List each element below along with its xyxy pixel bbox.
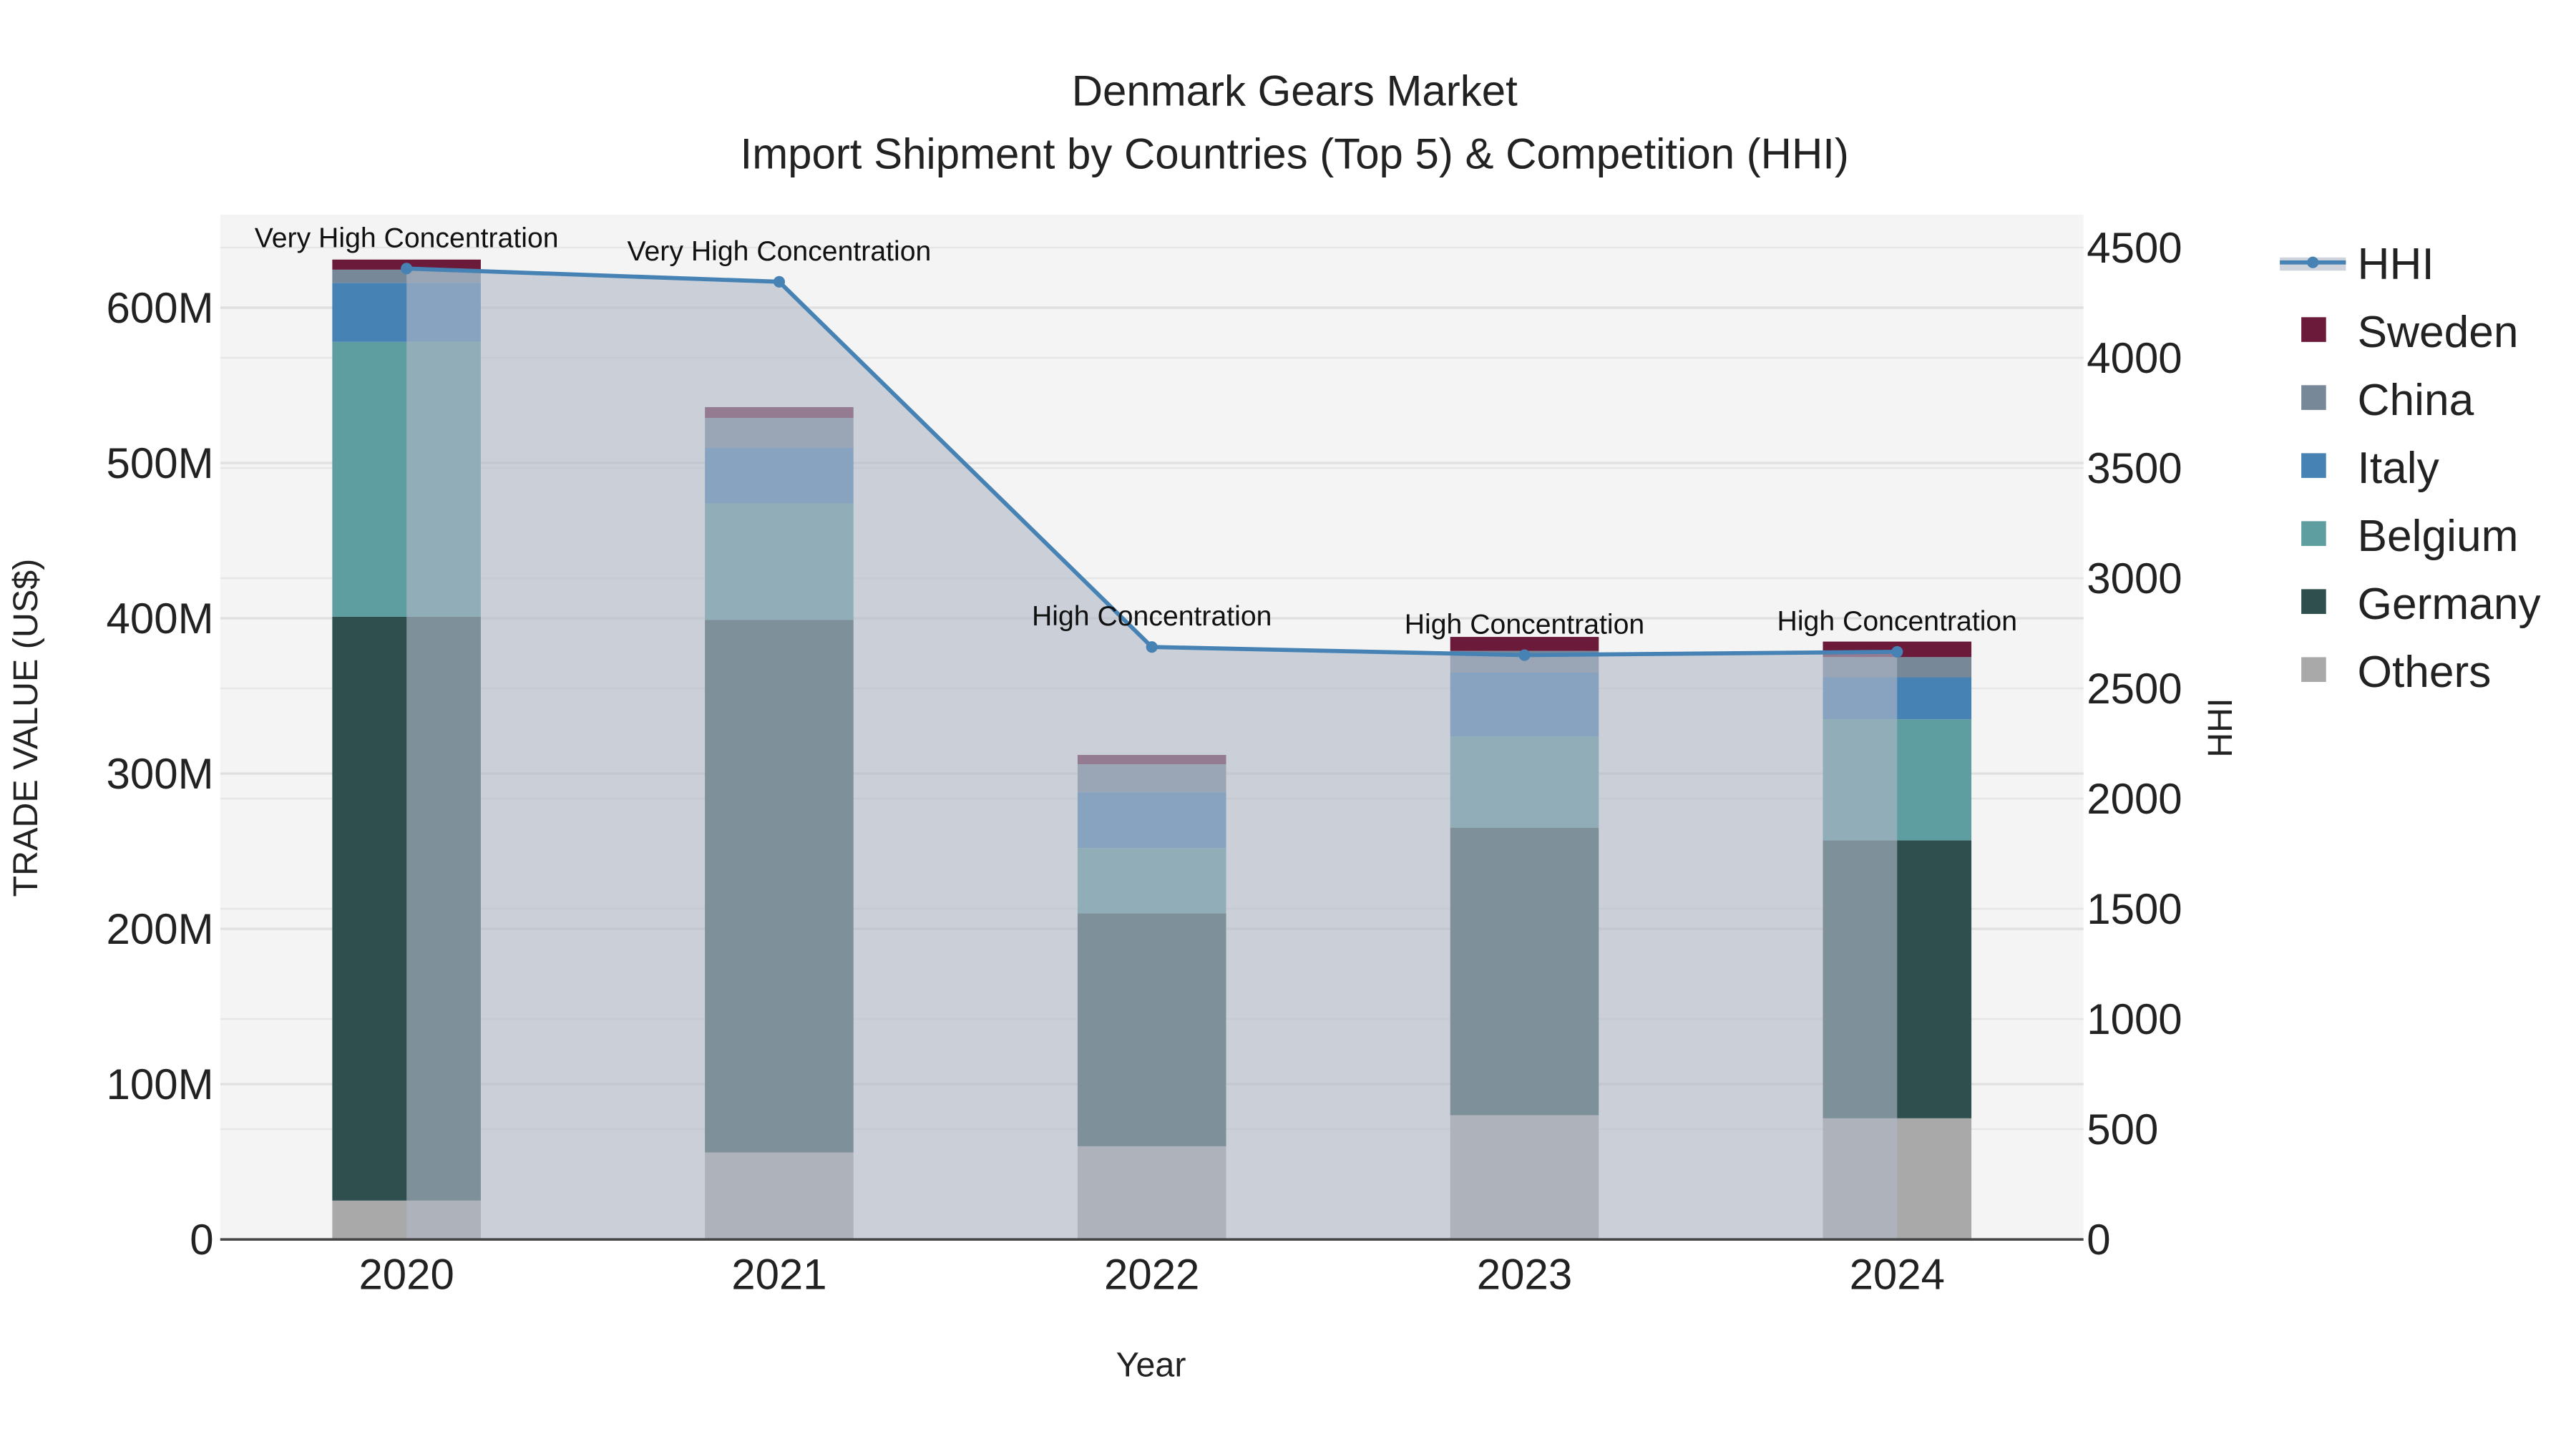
x-tick-label: 2020 [358, 1250, 454, 1298]
y2-tick-label: 2000 [2087, 775, 2182, 823]
y-tick-label: 600M [107, 284, 214, 332]
x-tick-label: 2024 [1850, 1250, 1945, 1298]
legend-marker-icon [2307, 256, 2319, 268]
y2-tick-label: 3500 [2087, 444, 2182, 492]
legend-item-china[interactable]: China [2301, 376, 2474, 425]
legend-label: HHI [2358, 240, 2434, 289]
y2-tick-label: 1500 [2087, 885, 2182, 933]
y2-tick-label: 1000 [2087, 995, 2182, 1043]
hhi-point-2024 [1891, 645, 1903, 658]
x-tick-label: 2021 [731, 1250, 826, 1298]
y2-tick-label: 4500 [2087, 224, 2182, 272]
x-axis-label: Year [1116, 1346, 1186, 1385]
legend-item-sweden[interactable]: Sweden [2301, 308, 2519, 357]
legend-item-hhi[interactable]: HHI [2280, 240, 2434, 289]
legend-swatch [2301, 657, 2326, 682]
y2-tick-label: 500 [2087, 1106, 2158, 1153]
y-tick-label: 0 [190, 1216, 213, 1264]
legend-item-others[interactable]: Others [2301, 648, 2491, 697]
chart: Very High Concentration Very High Concent… [6, 67, 2542, 1385]
legend-swatch [2301, 521, 2326, 546]
hhi-annotation: High Concentration [1777, 606, 2017, 637]
legend-swatch [2301, 453, 2326, 478]
chart-title: Denmark Gears Market [1072, 67, 1518, 115]
y2-tick-label: 2500 [2087, 665, 2182, 713]
y2-tick-label: 4000 [2087, 334, 2182, 382]
y2-tick-label: 3000 [2087, 555, 2182, 602]
x-tick-label: 2022 [1104, 1250, 1199, 1298]
legend-item-germany[interactable]: Germany [2301, 580, 2541, 629]
legend-label: Italy [2358, 444, 2440, 493]
legend-label: Belgium [2358, 512, 2519, 561]
legend-item-belgium[interactable]: Belgium [2301, 512, 2518, 561]
legend-label: Others [2358, 648, 2492, 697]
hhi-annotation: Very High Concentration [255, 223, 559, 253]
legend-item-italy[interactable]: Italy [2301, 444, 2440, 493]
hhi-point-2023 [1518, 649, 1531, 661]
y-axis-label: TRADE VALUE (US$) [6, 559, 45, 897]
legend-label: Germany [2358, 580, 2542, 629]
hhi-point-2021 [773, 275, 786, 288]
legend-swatch [2301, 385, 2326, 410]
y2-axis-label: HHI [2201, 698, 2240, 757]
y-tick-label: 400M [107, 595, 214, 643]
legend[interactable]: HHI Sweden China Italy Belgium Germany Others [2280, 240, 2541, 697]
hhi-annotation: High Concentration [1032, 601, 1272, 632]
hhi-point-2022 [1146, 641, 1158, 653]
legend-label: Sweden [2358, 308, 2519, 357]
legend-swatch [2301, 589, 2326, 614]
legend-label: China [2358, 376, 2474, 425]
y-tick-label: 100M [107, 1060, 214, 1108]
y-tick-label: 500M [107, 439, 214, 487]
chart-subtitle: Import Shipment by Countries (Top 5) & C… [741, 130, 1849, 177]
y2-tick-label: 0 [2087, 1216, 2110, 1264]
y-tick-label: 300M [107, 750, 214, 798]
hhi-annotation: Very High Concentration [628, 236, 932, 267]
hhi-point-2020 [401, 263, 413, 275]
legend-swatch [2301, 317, 2326, 342]
y-tick-label: 200M [107, 905, 214, 953]
hhi-annotation: High Concentration [1405, 610, 1644, 640]
x-tick-label: 2023 [1477, 1250, 1572, 1298]
